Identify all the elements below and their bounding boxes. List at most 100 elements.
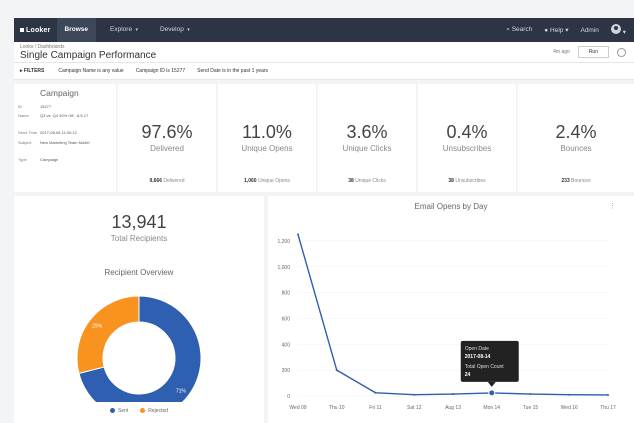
x-tick-label: Thu 10 <box>329 405 345 411</box>
donut-chart: 71% 29% <box>76 295 202 402</box>
legend-label: Rejected <box>148 408 169 414</box>
help-menu[interactable]: ● Help ▾ <box>544 26 568 34</box>
stat-label: Unique Clicks <box>342 144 392 153</box>
campaign-details-tile: Campaign ID 15277 Name Q3 vs. Q4 30% Off -… <box>14 84 116 192</box>
campaign-row-send-time: Send Time 2017-08-08 11:00:12 <box>18 130 114 135</box>
campaign-title: Campaign <box>40 88 79 98</box>
nav-right: ⌕ Search ● Help ▾ Admin ▾ <box>506 24 626 36</box>
campaign-key: Type <box>18 157 27 162</box>
campaign-row-id: ID 15277 <box>18 104 114 109</box>
line-chart: 0 200 400 600 800 1,000 1,200 Wed 09 Thu 10 Fri 1… <box>277 233 616 411</box>
nav-tab-explore-label: Explore <box>110 26 133 33</box>
nav-tab-explore[interactable]: Explore ▾ <box>102 18 146 42</box>
legend-dot <box>140 408 146 414</box>
tooltip-date-label: Open Date <box>465 346 489 352</box>
campaign-value: 2017-08-08 11:00:12 <box>40 130 77 135</box>
user-menu[interactable]: ▾ <box>610 24 626 36</box>
data-point[interactable] <box>607 393 609 396</box>
stat-label: Bounces <box>560 144 592 153</box>
last-run-time: 4m ago <box>553 49 570 55</box>
data-point[interactable] <box>374 391 377 394</box>
chevron-down-icon: ▾ <box>185 27 190 33</box>
y-tick-label: 600 <box>282 316 291 322</box>
logo[interactable]: Looker <box>20 27 51 34</box>
campaign-key: ID <box>18 104 22 109</box>
filters-bar: ▸ FILTERS Campaign Name is any value Cam… <box>14 62 634 80</box>
campaign-row-name: Name Q3 vs. Q4 30% Off - 8.5.17 <box>18 113 114 118</box>
admin-link[interactable]: Admin <box>580 27 598 34</box>
stat-card-delivered: 97.6% Delivered 9,666 Delivered <box>118 84 216 192</box>
campaign-key: Send Time <box>18 130 38 135</box>
campaign-row-type: Type Campaign <box>18 157 114 162</box>
nav-tab-browse[interactable]: Browse <box>56 18 97 42</box>
email-opens-tile: Email Opens by Day ⋮ 0 200 400 600 800 1,000 1… <box>268 196 634 423</box>
campaign-key: Name <box>18 113 29 118</box>
stat-label: Unsubscribes <box>442 144 492 153</box>
series-line <box>297 234 609 396</box>
stat-value: 97.6% <box>141 122 193 142</box>
tooltip-arrow <box>487 381 496 387</box>
donut-legend: Sent Rejected <box>14 408 264 414</box>
header-actions: 4m ago Run <box>553 46 626 58</box>
data-point[interactable] <box>452 393 454 396</box>
y-tick-label: 800 <box>282 291 291 297</box>
filter-campaign-id[interactable]: Campaign ID is 15277 <box>136 68 185 74</box>
stat-card-unique-clicks: 3.6% Unique Clicks 38 Unique Clicks <box>318 84 416 192</box>
legend-dot <box>109 408 115 414</box>
donut-slice-label: 71% <box>176 388 187 394</box>
stat-label: Delivered <box>150 144 184 153</box>
stat-count-value: 38 <box>448 178 454 184</box>
chevron-down-icon: ▾ <box>563 27 569 34</box>
x-tick-label: Sat 12 <box>407 405 422 411</box>
stat-count-label: Unique Opens <box>257 178 290 184</box>
top-nav-bar: Looker Browse Explore ▾ Develop ▾ ⌕ Sear… <box>14 18 634 42</box>
stat-value: 11.0% <box>242 122 292 142</box>
legend-item-rejected[interactable]: Rejected <box>140 408 168 414</box>
campaign-value: Campaign <box>40 157 59 162</box>
donut-slice-rejected[interactable] <box>76 295 140 375</box>
tooltip-date-value: 2017-08-14 <box>465 354 491 360</box>
campaign-value: Q3 vs. Q4 30% Off - 8.5.17 <box>40 113 89 118</box>
stat-card-unsubscribes: 0.4% Unsubscribes 38 Unsubscribes <box>418 84 516 192</box>
stat-value: 0.4% <box>446 122 488 142</box>
data-point[interactable] <box>297 233 299 236</box>
filters-toggle[interactable]: ▸ FILTERS <box>20 68 44 74</box>
total-recipients-tile: 13,941 Total Recipients <box>14 196 264 262</box>
filter-send-date[interactable]: Send Date is in the past 1 years <box>197 68 268 74</box>
y-tick-label: 0 <box>287 394 290 400</box>
page-title: Single Campaign Performance <box>20 50 157 61</box>
data-point[interactable] <box>568 393 571 396</box>
y-tick-label: 400 <box>282 342 291 348</box>
data-point[interactable] <box>335 369 338 372</box>
total-recipients-label: Total Recipients <box>110 234 168 243</box>
logo-mark-icon <box>20 27 24 32</box>
run-button[interactable]: Run <box>577 46 609 58</box>
stat-count-value: 233 <box>561 178 570 184</box>
campaign-row-subject: Subject New Marketing Team Model <box>18 140 114 145</box>
gear-icon[interactable] <box>617 47 626 57</box>
x-tick-label: Tue 15 <box>523 405 539 411</box>
x-tick-label: Wed 16 <box>561 405 578 411</box>
highlighted-point[interactable] <box>488 389 496 397</box>
filter-campaign-name[interactable]: Campaign Name is any value <box>58 68 123 74</box>
tooltip-count-label: Total Open Count <box>465 364 505 370</box>
stat-count: 1,060 Unique Opens <box>218 178 316 184</box>
legend-item-sent[interactable]: Sent <box>109 408 128 414</box>
data-point[interactable] <box>529 393 532 396</box>
data-point[interactable] <box>413 393 416 396</box>
y-tick-label: 1,000 <box>277 265 290 271</box>
x-tick-label: Mon 14 <box>483 405 500 411</box>
stat-label: Unique Opens <box>241 144 293 153</box>
nav-tab-develop[interactable]: Develop ▾ <box>152 18 198 42</box>
help-label: Help <box>550 27 564 34</box>
stat-count-label: Delivered <box>163 178 185 184</box>
total-recipients-value: 13,941 <box>111 212 167 232</box>
stat-count: 233 Bounces <box>518 178 634 184</box>
chevron-down-icon: ▾ <box>134 27 138 33</box>
logo-text: Looker <box>26 26 51 34</box>
y-tick-label: 200 <box>282 368 291 374</box>
x-tick-label: Thu 17 <box>600 405 616 411</box>
search-button[interactable]: ⌕ Search <box>506 26 532 34</box>
campaign-value: New Marketing Team Model <box>40 140 90 145</box>
avatar <box>610 24 621 34</box>
